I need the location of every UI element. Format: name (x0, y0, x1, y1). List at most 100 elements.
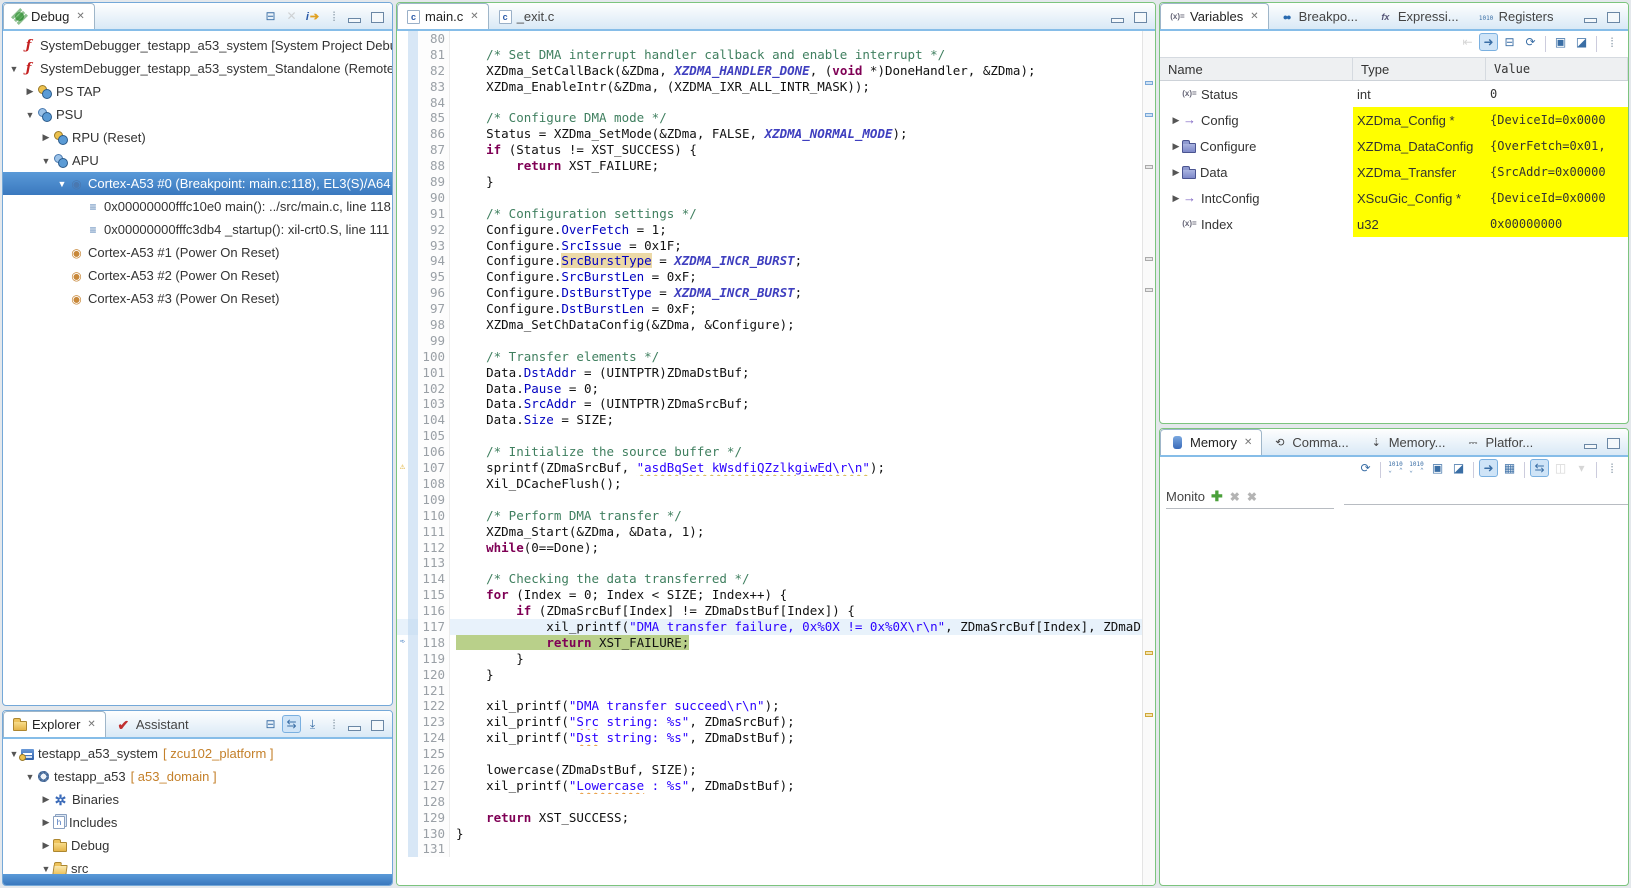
toolbar-collapse-all-button[interactable]: ⊟ (1500, 33, 1519, 51)
debug-tree-row[interactable]: ≡0x00000000fffc3db4 _startup(): xil-crt0… (3, 218, 392, 241)
minimize-button[interactable] (348, 726, 361, 731)
code-line[interactable]: 87 if (Status != XST_SUCCESS) { (397, 142, 1142, 158)
tree-caret-icon[interactable]: ▼ (55, 179, 69, 189)
toolbar-view-menu-button[interactable]: ⁞ (324, 7, 343, 25)
code-line[interactable]: 117 xil_printf("DMA transfer failure, 0x… (397, 619, 1142, 635)
debug-tree-row[interactable]: ◉Cortex-A53 #1 (Power On Reset) (3, 241, 392, 264)
code-line[interactable]: 126 lowercase(ZDmaDstBuf, SIZE); (397, 762, 1142, 778)
tab-comma-[interactable]: ⟲Comma... (1262, 429, 1358, 455)
code-line[interactable]: 90 (397, 190, 1142, 206)
toolbar-import-button[interactable]: ⤓ (303, 715, 322, 733)
code-line[interactable]: 108 Xil_DCacheFlush(); (397, 476, 1142, 492)
code-line[interactable]: 104 Data.Size = SIZE; (397, 412, 1142, 428)
code-line[interactable]: 114 /* Checking the data transferred */ (397, 571, 1142, 587)
code-line[interactable]: 80 (397, 31, 1142, 47)
maximize-button[interactable] (371, 12, 384, 23)
remove-monitor-button[interactable]: ✖ (1230, 490, 1240, 504)
code-line[interactable]: 124 xil_printf("Dst string: %s", ZDmaDst… (397, 730, 1142, 746)
code-line[interactable]: 115 for (Index = 0; Index < SIZE; Index+… (397, 587, 1142, 603)
code-line[interactable]: 103 Data.SrcAddr = (UINTPTR)ZDmaSrcBuf; (397, 396, 1142, 412)
tab-memory[interactable]: Memory✕ (1160, 429, 1262, 455)
tree-caret-icon[interactable]: ▼ (39, 156, 53, 166)
debug-tree-row[interactable]: ▼ƒSystemDebugger_testapp_a53_system_Stan… (3, 57, 392, 80)
maximize-button[interactable] (1607, 438, 1620, 449)
remove-all-monitors-button[interactable]: ✖ (1247, 490, 1257, 504)
debug-tree-row[interactable]: ▼APU (3, 149, 392, 172)
toolbar-show-logical-structure-button[interactable]: ➜ (1479, 33, 1498, 51)
toolbar-link-with-editor-button[interactable]: ⇆ (282, 715, 301, 733)
toolbar-go-to-address-button[interactable]: ➜ (1479, 459, 1498, 477)
code-line[interactable]: 91 /* Configuration settings */ (397, 206, 1142, 222)
explorer-tree-row[interactable]: ▼testapp_a53[ a53_domain ] (3, 765, 392, 788)
code-line[interactable]: 113 (397, 555, 1142, 571)
maximize-button[interactable] (1134, 12, 1147, 23)
toolbar-new-tab-button[interactable]: ▣ (1428, 459, 1447, 477)
toolbar-import-memory-button[interactable]: 1010 ⌄ ⌃ (1407, 459, 1426, 477)
tree-caret-icon[interactable]: ▶ (23, 86, 37, 97)
code-line[interactable]: 82 XZDma_SetCallBack(&ZDma, XZDMA_HANDLE… (397, 63, 1142, 79)
tree-caret-icon[interactable]: ▶ (1170, 115, 1182, 126)
code-line[interactable]: 85 /* Configure DMA mode */ (397, 110, 1142, 126)
tree-caret-icon[interactable]: ▼ (39, 864, 53, 874)
explorer-tree-row[interactable]: ▶✲Binaries (3, 788, 392, 811)
toolbar-view-menu-button[interactable]: ⁞ (324, 715, 343, 733)
debug-tree-row[interactable]: ƒSystemDebugger_testapp_a53_system [Syst… (3, 34, 392, 57)
tree-caret-icon[interactable]: ▶ (39, 840, 53, 851)
tab-assistant[interactable]: ✔Assistant (106, 711, 199, 737)
code-line[interactable]: 122 xil_printf("DMA transfer succeed\r\n… (397, 698, 1142, 714)
code-line[interactable]: 97 Configure.DstBurstLen = 0xF; (397, 301, 1142, 317)
explorer-tree-row[interactable]: ▶hIncludes (3, 811, 392, 834)
tree-caret-icon[interactable]: ▼ (7, 64, 21, 74)
code-line[interactable]: 105 (397, 428, 1142, 444)
tree-caret-icon[interactable]: ▶ (1170, 193, 1182, 204)
code-line[interactable]: ➾118 return XST_FAILURE; (397, 635, 1142, 651)
code-line[interactable]: 86 Status = XZDma_SetMode(&ZDma, FALSE, … (397, 126, 1142, 142)
debug-tree-row[interactable]: ▶PS TAP (3, 80, 392, 103)
code-line[interactable]: 131 (397, 841, 1142, 857)
code-line[interactable]: 129 return XST_SUCCESS; (397, 810, 1142, 826)
code-line[interactable]: 121 (397, 683, 1142, 699)
maximize-button[interactable] (1607, 12, 1620, 23)
code-line[interactable]: 81 /* Set DMA interrupt handler callback… (397, 47, 1142, 63)
debug-tree-row[interactable]: ◉Cortex-A53 #2 (Power On Reset) (3, 264, 392, 287)
code-line[interactable]: 130} (397, 826, 1142, 842)
code-line[interactable]: 95 Configure.SrcBurstLen = 0xF; (397, 269, 1142, 285)
variables-row[interactable]: (x)=Indexu320x00000000 (1160, 211, 1628, 237)
toolbar-view-menu-button[interactable]: ⁞ (1602, 459, 1621, 477)
variables-row[interactable]: ▶→IntcConfigXScuGic_Config *{DeviceId=0x… (1160, 185, 1628, 211)
variables-row[interactable]: (x)=Statusint0 (1160, 81, 1628, 107)
code-line[interactable]: 99 (397, 333, 1142, 349)
minimize-button[interactable] (1584, 18, 1597, 23)
tab-main-c[interactable]: cmain.c✕ (397, 3, 489, 29)
code-line[interactable]: 119 } (397, 651, 1142, 667)
code-line[interactable]: 96 Configure.DstBurstType = XZDMA_INCR_B… (397, 285, 1142, 301)
toolbar-collapse-all-button[interactable]: ⊟ (261, 7, 280, 25)
tab-registers[interactable]: 1010 0101Registers (1469, 3, 1564, 29)
code-line[interactable]: 98 XZDma_SetChDataConfig(&ZDma, &Configu… (397, 317, 1142, 333)
code-line[interactable]: 93 Configure.SrcIssue = 0x1F; (397, 238, 1142, 254)
variables-row[interactable]: ▶DataXZDma_Transfer{SrcAddr=0x00000 (1160, 159, 1628, 185)
toolbar-link-renderings-button[interactable]: ⇆ (1530, 459, 1549, 477)
code-line[interactable]: 106 /* Initialize the source buffer */ (397, 444, 1142, 460)
code-line[interactable]: 94 Configure.SrcBurstType = XZDMA_INCR_B… (397, 253, 1142, 269)
toolbar-split-dropdown[interactable]: ▾ (1572, 459, 1591, 477)
toolbar-show-process-settings-button[interactable]: i (303, 7, 322, 25)
tab-debug[interactable]: Debug ✕ (3, 3, 95, 29)
code-line[interactable]: 125 (397, 746, 1142, 762)
toolbar-view-menu-button[interactable]: ⁞ (1602, 33, 1621, 51)
close-icon[interactable]: ✕ (1244, 437, 1252, 448)
code-line[interactable]: 120 } (397, 667, 1142, 683)
close-icon[interactable]: ✕ (1250, 11, 1258, 22)
explorer-tree-row[interactable]: ▶Debug (3, 834, 392, 857)
code-line[interactable]: 123 xil_printf("Src string: %s", ZDmaSrc… (397, 714, 1142, 730)
toolbar-new-view-button[interactable]: ▣ (1551, 33, 1570, 51)
code-line[interactable]: 109 (397, 492, 1142, 508)
tab--exit-c[interactable]: c_exit.c (489, 3, 565, 29)
debug-tree-row[interactable]: ▼PSU (3, 103, 392, 126)
code-line[interactable]: 101 Data.DstAddr = (UINTPTR)ZDmaDstBuf; (397, 365, 1142, 381)
code-line[interactable]: 128 (397, 794, 1142, 810)
maximize-button[interactable] (371, 720, 384, 731)
toolbar-remove-terminated-button[interactable]: ✕ (282, 7, 301, 25)
column-header-value[interactable]: Value (1486, 58, 1628, 80)
toolbar-collapse-all-button[interactable]: ⊟ (261, 715, 280, 733)
